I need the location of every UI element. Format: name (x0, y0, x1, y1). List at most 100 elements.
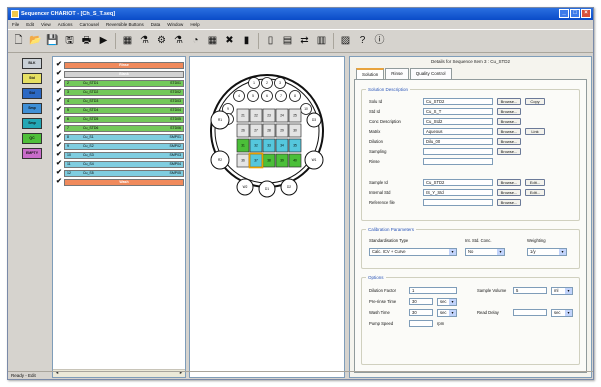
check-mark-icon[interactable]: ✔ (56, 79, 64, 87)
option-unit-select[interactable]: ml ▾ (551, 287, 573, 295)
check-mark-icon[interactable]: ✔ (56, 106, 64, 114)
option-unit-select[interactable]: sec ▾ (437, 298, 457, 306)
solution-type-chip[interactable]: BLK (22, 58, 42, 69)
field-input[interactable]: Cu_Std2 (423, 118, 493, 125)
check-mark-icon[interactable]: ✔ (56, 169, 64, 177)
sequence-item[interactable]: 7 Cu_STD6 STD06 (64, 124, 184, 132)
close-button[interactable]: × (581, 9, 591, 18)
chevron-down-icon[interactable]: ▾ (449, 310, 456, 316)
sequence-item[interactable]: 10 Cu_S3 SMP03 (64, 151, 184, 159)
chevron-down-icon[interactable]: ▾ (565, 310, 572, 316)
new-button[interactable]: 🗋 (11, 33, 26, 50)
option-input[interactable]: 30 (409, 298, 433, 305)
field-input[interactable] (423, 158, 493, 165)
sequence-item[interactable]: 9 Cu_S2 SMP02 (64, 142, 184, 150)
sequence-row[interactable]: ✔ 7 Cu_STD6 STD06 (56, 124, 184, 132)
menu-item-data[interactable]: Data (151, 20, 161, 29)
sequence-row[interactable]: ✔ Blank (56, 70, 184, 78)
tube-button[interactable]: ▯ (263, 33, 278, 50)
browse-button[interactable]: Browse... (497, 179, 521, 186)
grid-button[interactable]: ▦ (205, 33, 220, 50)
browse-button[interactable]: Browse... (497, 189, 521, 196)
check-mark-icon[interactable]: ✔ (56, 178, 64, 186)
copy-button[interactable]: Copy (525, 98, 545, 105)
maximize-button[interactable]: □ (570, 9, 580, 18)
solution-type-chip[interactable]: Std (22, 88, 42, 99)
browse-button[interactable]: Browse... (497, 108, 521, 115)
browse-button[interactable]: Browse... (497, 148, 521, 155)
bottle-button[interactable]: ▮ (239, 33, 254, 50)
settings-button[interactable]: ⚙ (154, 33, 169, 50)
option-input[interactable]: 1 (409, 287, 457, 294)
info-button[interactable]: ⓘ (372, 33, 387, 50)
sequence-item[interactable]: 5 Cu_STD4 STD04 (64, 106, 184, 114)
sequence-row[interactable]: ✔ 11 Cu_S4 SMP04 (56, 160, 184, 168)
browse-button[interactable]: Browse... (497, 98, 521, 105)
field-input[interactable]: Dilu_00 (423, 138, 493, 145)
rack-button[interactable]: ▦ (120, 33, 135, 50)
sequence-row[interactable]: ✔ Rinse (56, 61, 184, 69)
tab-rinse[interactable]: Rinse (385, 68, 409, 79)
option-input[interactable]: 5 (513, 287, 547, 294)
menu-item-window[interactable]: Window (167, 20, 183, 29)
sequence-row[interactable]: ✔ 6 Cu_STD5 STD05 (56, 115, 184, 123)
beakers-button[interactable]: ⚗ (137, 33, 152, 50)
check-mark-icon[interactable]: ✔ (56, 160, 64, 168)
option-input[interactable] (409, 320, 433, 327)
edit-button[interactable]: Edit... (525, 189, 545, 196)
sequence-item[interactable]: 6 Cu_STD5 STD05 (64, 115, 184, 123)
sequence-row[interactable]: ✔ 2 Cu_STD1 STD01 (56, 79, 184, 87)
table-button[interactable]: ▤ (280, 33, 295, 50)
sequence-row[interactable]: ✔ 9 Cu_S2 SMP02 (56, 142, 184, 150)
title-bar[interactable]: Sequencer CHARIOT - [Ch_S_T.seq] _ □ × (8, 8, 593, 20)
field-input[interactable]: Cu_S_T (423, 108, 493, 115)
sequence-item[interactable]: Wash (64, 178, 184, 186)
check-mark-icon[interactable]: ✔ (56, 142, 64, 150)
chevron-down-icon[interactable]: ▾ (449, 249, 456, 255)
print-button[interactable]: 🖶 (79, 33, 94, 50)
menu-item-help[interactable]: Help (190, 20, 199, 29)
report-button[interactable]: ▥ (314, 33, 329, 50)
carousel-diagram[interactable]: 1234567891011R1R2W1W2D1D2D32122232425262… (190, 57, 346, 379)
int-std-conc-select[interactable]: No ▾ (465, 248, 505, 256)
field-input[interactable]: Aqueous (423, 128, 493, 135)
menu-item-file[interactable]: File (12, 20, 19, 29)
save-as-button[interactable]: 🖫 (62, 33, 77, 50)
solution-type-chip[interactable]: Smp (22, 118, 42, 129)
check-mark-icon[interactable]: ✔ (56, 151, 64, 159)
field-input[interactable]: Cu_STD2 (423, 179, 493, 186)
chevron-down-icon[interactable]: ▾ (497, 249, 504, 255)
browse-button[interactable]: Browse... (497, 118, 521, 125)
check-mark-icon[interactable]: ✔ (56, 97, 64, 105)
sequence-item[interactable]: 3 Cu_STD2 STD02 (64, 88, 184, 96)
calibration-type-select[interactable]: Calc. ICV + Curve ▾ (369, 248, 457, 256)
option-input[interactable] (513, 309, 547, 316)
sequence-row[interactable]: ✔ Wash (56, 178, 184, 186)
sequence-item[interactable]: Blank (64, 70, 184, 78)
option-unit-select[interactable]: sec ▾ (551, 309, 573, 317)
weighting-select[interactable]: 1/y ▾ (527, 248, 567, 256)
chevron-down-icon[interactable]: ▾ (565, 288, 572, 294)
edit-button[interactable]: Edit... (525, 179, 545, 186)
sequence-row[interactable]: ✔ 8 Cu_S1 SMP01 (56, 133, 184, 141)
minimize-button[interactable]: _ (559, 9, 569, 18)
save-button[interactable]: 💾 (45, 33, 60, 50)
option-input[interactable]: 30 (409, 309, 433, 316)
check-mark-icon[interactable]: ✔ (56, 124, 64, 132)
calibrate-button[interactable]: ◔ (188, 33, 203, 50)
menu-item-reversible-buttons[interactable]: Reversible Buttons (106, 20, 144, 29)
sequence-list[interactable]: ◂ ▸ ✔ Rinse ✔ Blank ✔ 2 Cu_STD1 STD01 ✔ 3 Cu_STD2 S… (52, 56, 186, 378)
tab-quality-control[interactable]: Quality Control (409, 68, 452, 79)
chart-button[interactable]: ▨ (338, 33, 353, 50)
browse-button[interactable]: Browse... (497, 138, 521, 145)
menu-item-view[interactable]: View (41, 20, 51, 29)
run-button[interactable]: ▶ (96, 33, 111, 50)
sequence-item[interactable]: 8 Cu_S1 SMP01 (64, 133, 184, 141)
browse-button[interactable]: Browse... (497, 199, 521, 206)
sequence-item[interactable]: Rinse (64, 61, 184, 69)
sequence-item[interactable]: 4 Cu_STD3 STD03 (64, 97, 184, 105)
check-mark-icon[interactable]: ✔ (56, 115, 64, 123)
sequence-row[interactable]: ✔ 10 Cu_S3 SMP03 (56, 151, 184, 159)
solution-type-chip[interactable]: QC (22, 133, 42, 144)
option-unit-select[interactable]: sec ▾ (437, 309, 457, 317)
